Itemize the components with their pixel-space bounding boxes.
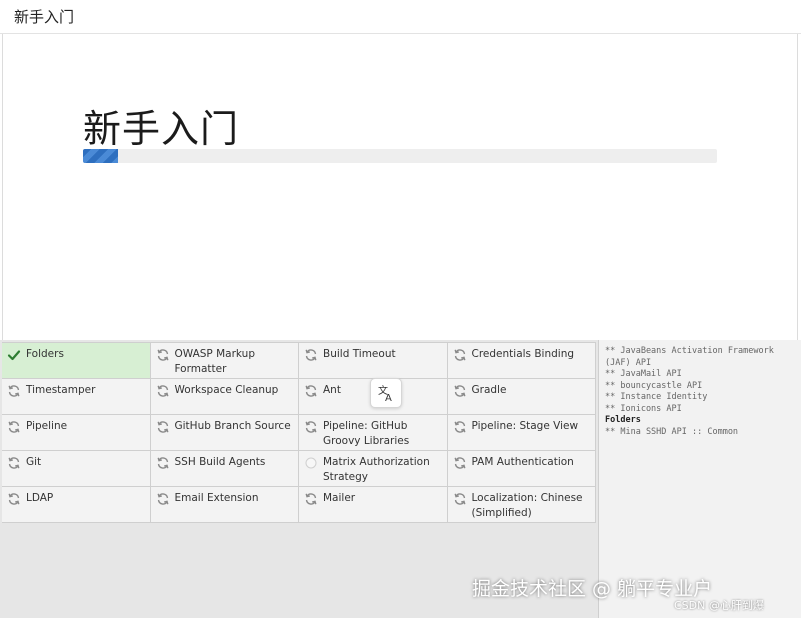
refresh-icon xyxy=(453,456,467,470)
top-bar: 新手入门 xyxy=(0,0,801,34)
refresh-icon xyxy=(304,384,318,398)
refresh-icon xyxy=(7,492,21,506)
log-line: ** Ionicons API xyxy=(605,403,682,414)
plugin-item: Localization: Chinese (Simplified) xyxy=(447,487,596,523)
refresh-icon xyxy=(7,384,21,398)
plugin-item: Folders xyxy=(2,343,151,379)
plugin-item: OWASP Markup Formatter xyxy=(150,343,299,379)
plugin-item: Git xyxy=(2,451,151,487)
grid-empty-area xyxy=(2,523,596,618)
plugin-name: Credentials Binding xyxy=(471,348,575,360)
plugin-name: Email Extension xyxy=(174,492,259,504)
checkmark-icon xyxy=(7,348,21,362)
log-line: ** JavaMail API xyxy=(605,369,682,379)
plugin-item: Timestamper xyxy=(2,379,151,415)
plugin-name: Pipeline: Stage View xyxy=(471,420,579,432)
log-line: ** bouncycastle API xyxy=(605,380,703,391)
watermark-sub: CSDN @心肝到爆 xyxy=(674,599,764,612)
plugin-grid: Folders OWASP Markup Formatter Build Timeo… xyxy=(2,342,596,523)
plugin-item: LDAP xyxy=(2,487,151,523)
plugin-name: Folders xyxy=(26,348,64,360)
plugin-item: GitHub Branch Source xyxy=(150,415,299,451)
plugin-item: Email Extension xyxy=(150,487,299,523)
refresh-icon xyxy=(453,420,467,434)
plugin-item: Pipeline xyxy=(2,415,151,451)
plugin-item: Pipeline: GitHub Groovy Libraries xyxy=(299,415,448,451)
plugin-item: Gradle xyxy=(447,379,596,415)
refresh-icon xyxy=(7,456,21,470)
log-line: ** Mina SSHD API :: Common xyxy=(605,426,739,437)
svg-text:A: A xyxy=(385,393,392,402)
plugin-name: Workspace Cleanup xyxy=(174,384,279,396)
plugin-name: Localization: Chinese (Simplified) xyxy=(471,492,583,519)
refresh-icon xyxy=(156,348,170,362)
plugin-name: PAM Authentication xyxy=(471,456,574,468)
plugin-item: Mailer xyxy=(299,487,448,523)
refresh-icon xyxy=(453,384,467,398)
refresh-icon xyxy=(453,348,467,362)
refresh-icon xyxy=(304,492,318,506)
plugin-name: Pipeline xyxy=(26,420,68,432)
refresh-icon xyxy=(453,492,467,506)
install-progress-bar xyxy=(83,149,717,163)
install-progress-fill xyxy=(83,149,118,163)
plugin-name: SSH Build Agents xyxy=(174,456,266,468)
pending-circle-icon xyxy=(304,456,318,470)
plugin-item: Pipeline: Stage View xyxy=(447,415,596,451)
log-line: ** JavaBeans Activation Framework (JAF) … xyxy=(605,346,780,368)
header-title: 新手入门 xyxy=(14,8,75,26)
plugin-name: Git xyxy=(26,456,42,468)
plugin-name: Pipeline: GitHub Groovy Libraries xyxy=(323,420,410,447)
plugin-name: Matrix Authorization Strategy xyxy=(323,456,430,483)
refresh-icon xyxy=(7,420,21,434)
page-title: 新手入门 xyxy=(83,107,240,151)
translate-button[interactable]: 文 A xyxy=(370,378,402,408)
plugin-item: SSH Build Agents xyxy=(150,451,299,487)
log-line: Folders xyxy=(605,415,641,425)
plugin-name: GitHub Branch Source xyxy=(174,420,291,432)
plugin-item: Matrix Authorization Strategy xyxy=(299,451,448,487)
plugin-name: OWASP Markup Formatter xyxy=(174,348,255,375)
plugin-name: Mailer xyxy=(323,492,356,504)
refresh-icon xyxy=(156,420,170,434)
refresh-icon xyxy=(156,456,170,470)
plugin-item: Workspace Cleanup xyxy=(150,379,299,415)
refresh-icon xyxy=(304,420,318,434)
plugin-name: Gradle xyxy=(471,384,507,396)
refresh-icon xyxy=(156,384,170,398)
getting-started-panel: 新手入门 xyxy=(2,34,798,340)
plugin-name: Build Timeout xyxy=(323,348,396,360)
refresh-icon xyxy=(156,492,170,506)
log-line: ** Instance Identity xyxy=(605,392,708,402)
plugin-item: Build Timeout xyxy=(299,343,448,379)
plugin-name: Timestamper xyxy=(26,384,96,396)
plugin-name: LDAP xyxy=(26,492,54,504)
refresh-icon xyxy=(304,348,318,362)
plugin-item: Credentials Binding xyxy=(447,343,596,379)
plugin-name: Ant xyxy=(323,384,341,396)
plugin-item: PAM Authentication xyxy=(447,451,596,487)
translate-icon: 文 A xyxy=(378,384,392,402)
